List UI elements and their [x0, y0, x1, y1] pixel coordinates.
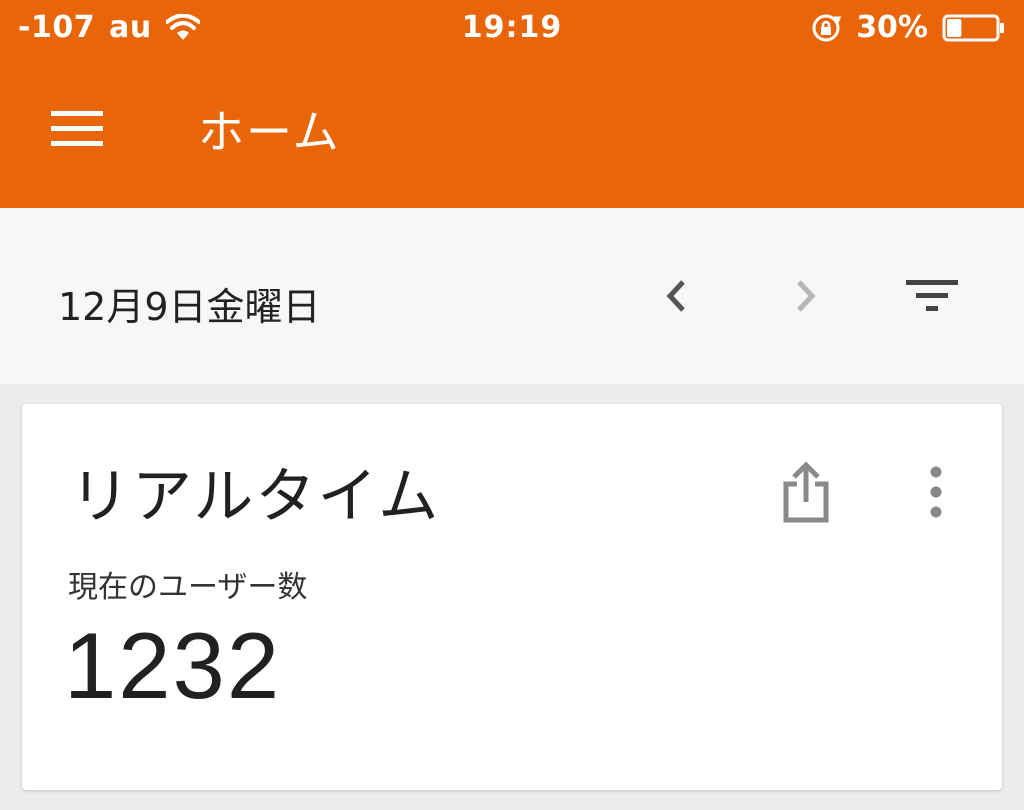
realtime-card: リアルタイム 現在のユーザー数 1232	[22, 404, 1002, 790]
status-bar: -107 au 19:19 30%	[0, 0, 1024, 58]
page-title: ホーム	[198, 105, 341, 159]
share-button[interactable]	[774, 456, 838, 528]
metric-label: 現在のユーザー数	[68, 570, 308, 605]
filter-button[interactable]	[902, 266, 962, 326]
battery-percent: 30%	[856, 10, 928, 45]
menu-button[interactable]	[46, 98, 108, 160]
more-vert-icon	[930, 466, 942, 518]
date-label: 12月9日金曜日	[58, 285, 321, 329]
toolbar: ホーム	[0, 58, 1024, 208]
battery-fill	[947, 18, 962, 37]
date-bar: 12月9日金曜日	[0, 208, 1024, 384]
metric-value: 1232	[64, 613, 282, 718]
previous-day-button[interactable]	[646, 266, 706, 326]
app-header: -107 au 19:19 30% ホーム	[0, 0, 1024, 208]
next-day-button[interactable]	[776, 266, 836, 326]
status-right: 30%	[810, 10, 1006, 45]
more-options-button[interactable]	[912, 460, 960, 524]
filter-icon	[906, 280, 958, 311]
chevron-right-icon	[797, 280, 816, 312]
rotation-lock-icon	[810, 12, 842, 44]
hamburger-menu-icon	[51, 111, 103, 146]
chevron-left-icon	[666, 280, 685, 312]
card-title: リアルタイム	[70, 462, 441, 532]
share-icon	[783, 461, 829, 523]
battery-icon	[942, 14, 1006, 42]
